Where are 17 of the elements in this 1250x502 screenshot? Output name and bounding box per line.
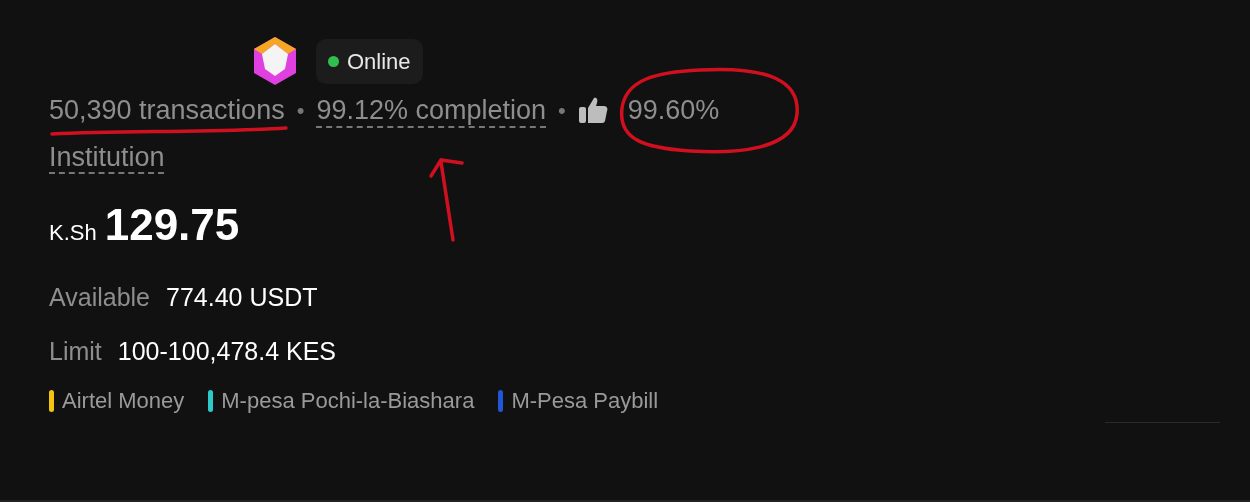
- price-amount: 129.75: [104, 203, 240, 247]
- payment-method: M-Pesa Paybill: [511, 387, 659, 415]
- separator-dot: •: [558, 96, 566, 125]
- detail-value: 774.40 USDT: [166, 282, 318, 313]
- detail-label: Available: [49, 282, 150, 313]
- currency-label: K.Sh: [49, 219, 97, 247]
- payment-method: Airtel Money: [62, 387, 185, 415]
- stat-text: 50,390 transactions: [49, 94, 285, 127]
- thumbs-up-icon: [577, 95, 608, 126]
- status-text: Online: [347, 47, 411, 76]
- payment-method: M-pesa Pochi-la-Biashara: [221, 387, 475, 415]
- separator-dot: •: [296, 96, 305, 125]
- detail-value: 100-100,478.4 KES: [117, 335, 337, 367]
- stat-text: 99.12% completion: [316, 94, 547, 127]
- rating-percent: 99.60%: [627, 94, 720, 127]
- detail-label: Limit: [49, 335, 102, 367]
- account-type: Institution: [49, 140, 165, 174]
